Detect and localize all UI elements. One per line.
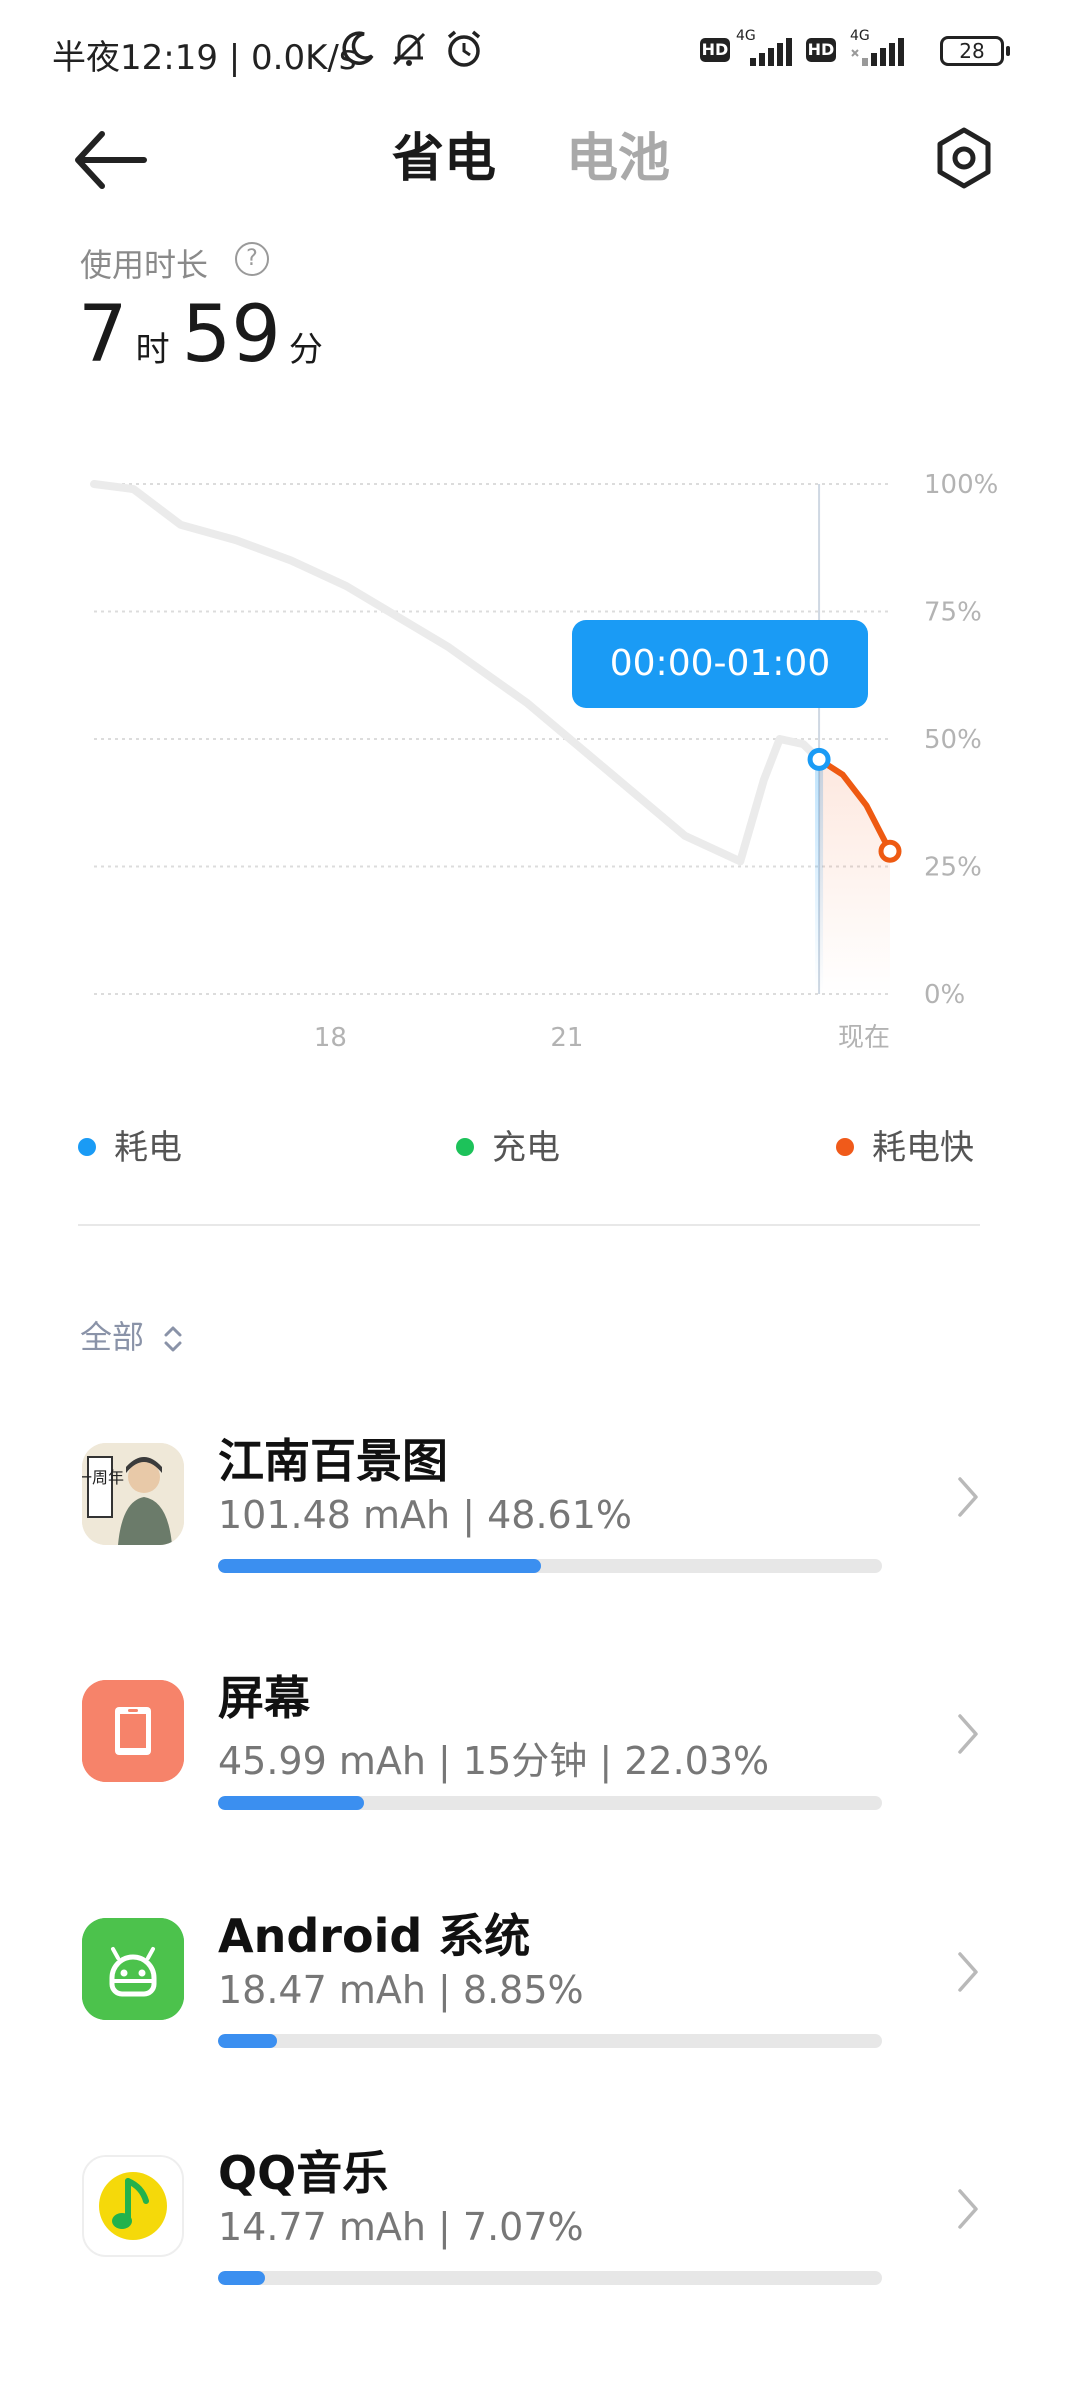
hd-badge: HD [700,38,730,62]
x-tick-label: 21 [550,1023,583,1053]
mute-bell-icon [392,32,426,66]
chevron-right-icon [958,2189,978,2229]
time-range-tooltip: 00:00-01:00 [572,620,868,708]
y-tick-label: 0% [924,980,965,1010]
usage-minutes-unit: 分 [288,330,323,370]
data-point-marker [878,839,902,863]
y-tick-label: 100% [924,470,998,500]
filter-dropdown[interactable]: 全部 [80,1312,184,1358]
status-time-speed: 半夜12:19 | 0.0K/s [52,38,357,78]
help-icon[interactable]: ? [235,242,269,276]
legend-dot [78,1137,96,1156]
app-name: 屏幕 [218,1671,310,1725]
signal-icon [750,38,792,66]
app-usage-detail: 18.47 mAh | 8.85% [218,1968,584,2012]
chevron-right-icon [958,1714,978,1754]
usage-duration-value: 7 时 59 分 [78,290,335,380]
signal-icon-2 [851,38,904,66]
moon-icon [342,31,374,65]
qq-music-icon [82,2155,184,2257]
usage-minutes: 59 [181,290,281,380]
x-tick-label: 现在 [838,1023,890,1053]
status-bar: 半夜12:19 | 0.0K/s HD 4G HD 4G 28 [0,0,1080,104]
y-tick-label: 25% [924,853,982,883]
battery-level-chart[interactable]: 100% 75% 50% 25% 0% 18 21 现在 [0,440,1080,1080]
screen-icon [82,1680,184,1782]
hd-badge-2: HD [806,38,836,62]
usage-bar-fill [218,1796,365,1810]
y-tick-label: 75% [924,598,982,628]
app-badge-text: 一周年 [82,1468,124,1487]
data-point-marker [807,747,831,771]
up-down-chevron-icon [164,1326,182,1352]
tab-battery[interactable]: 电池 [566,116,670,191]
x-tick-label: 18 [314,1023,347,1053]
legend-item: 充电 [456,1120,560,1169]
usage-bar-track [218,2271,882,2285]
app-usage-detail: 45.99 mAh | 15分钟 | 22.03% [218,1739,770,1783]
filter-label: 全部 [80,1318,145,1356]
legend-dot [836,1137,854,1156]
android-icon [82,1918,184,2020]
chevron-right-icon [958,1477,978,1517]
usage-bar-track [218,1559,882,1573]
app-name: QQ音乐 [218,2146,389,2200]
list-item[interactable]: 一周年 江南百景图 101.48 mAh | 48.61% [0,1425,1080,1625]
usage-duration-label: 使用时长 [80,246,209,284]
usage-bar-fill [218,2271,265,2285]
list-item[interactable]: QQ音乐 14.77 mAh | 7.07% [0,2137,1080,2337]
alarm-icon [447,30,481,67]
list-item[interactable]: Android 系统 18.47 mAh | 8.85% [0,1900,1080,2100]
app-name: Android 系统 [218,1909,531,1963]
legend-label: 充电 [492,1128,560,1168]
section-divider [78,1224,980,1226]
legend-label: 耗电 [114,1128,182,1168]
y-tick-label: 50% [924,725,982,755]
settings-gear-icon[interactable] [932,126,996,190]
app-usage-detail: 101.48 mAh | 48.61% [218,1493,632,1537]
back-arrow-button[interactable] [72,128,148,192]
app-name: 江南百景图 [218,1434,448,1488]
legend-item: 耗电快 [836,1120,974,1169]
usage-bar-track [218,2034,882,2048]
legend-label: 耗电快 [872,1128,974,1168]
list-item[interactable]: 屏幕 45.99 mAh | 15分钟 | 22.03% [0,1662,1080,1862]
usage-bar-fill [218,2034,277,2048]
app-usage-detail: 14.77 mAh | 7.07% [218,2205,584,2249]
tab-power-saving[interactable]: 省电 [392,116,496,191]
usage-hours-unit: 时 [135,330,170,370]
usage-bar-fill [218,1559,541,1573]
legend-dot [456,1137,474,1156]
chevron-right-icon [958,1952,978,1992]
battery-icon: 28 [940,36,1010,66]
jiangnan-app-icon: 一周年 [82,1443,184,1545]
legend-item: 耗电 [78,1120,182,1169]
usage-bar-track [218,1796,882,1810]
usage-hours: 7 [78,290,128,380]
